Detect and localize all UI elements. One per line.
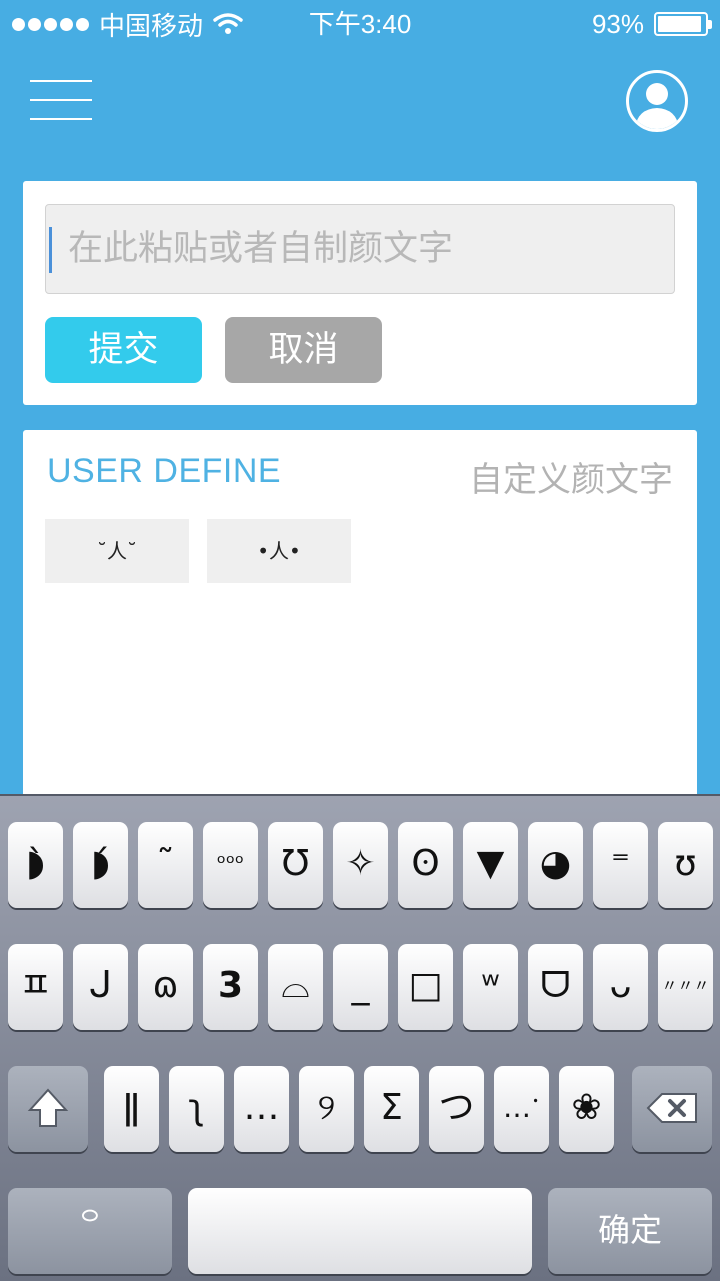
user-define-card: USER DEFINE 自定义颜文字 ˘人˘ •人• (23, 430, 697, 810)
user-avatar-icon[interactable] (626, 70, 688, 132)
key[interactable]: ㅍ (8, 944, 63, 1030)
status-bar: 中国移动 下午3:40 93% (0, 0, 720, 48)
key[interactable]: ˜ (138, 822, 193, 908)
key[interactable]: ⁼ (593, 822, 648, 908)
shift-arrow-icon (27, 1088, 69, 1127)
key[interactable]: ⌓ (268, 944, 323, 1030)
battery-percent: 93% (591, 8, 644, 39)
key[interactable]: …ॱ (494, 1066, 549, 1152)
emoticon-item[interactable]: •人• (207, 519, 351, 583)
section-subtitle: 自定义颜文字 (469, 460, 673, 500)
status-right: 93% (591, 8, 712, 40)
battery-level (658, 16, 701, 32)
shift-key[interactable] (8, 1066, 88, 1152)
key[interactable]: ʘ (398, 822, 453, 908)
key[interactable]: ʷ (463, 944, 518, 1030)
space-key[interactable] (188, 1188, 532, 1274)
key[interactable]: ᵒᵒᵒ (203, 822, 258, 908)
key[interactable]: Σ (364, 1066, 419, 1152)
input-placeholder: 在此粘贴或者自制颜文字 (68, 229, 454, 269)
submit-button[interactable]: 提交 (45, 317, 202, 383)
key[interactable]: ᒍ (73, 944, 128, 1030)
key[interactable]: ᴗ (593, 944, 648, 1030)
emoticon-item[interactable]: ˘人˘ (45, 519, 189, 583)
key[interactable]: ɷ (138, 944, 193, 1030)
text-cursor (49, 227, 52, 273)
key[interactable]: ʊ (658, 822, 713, 908)
battery-icon (654, 12, 712, 36)
key[interactable]: ◗̀ (8, 822, 63, 908)
cancel-button[interactable]: 取消 (225, 317, 382, 383)
key[interactable]: ᗜ (528, 944, 583, 1030)
delete-key[interactable] (632, 1066, 712, 1152)
key[interactable]: ✧ (333, 822, 388, 908)
emoticon-face-key[interactable]: ꒪ (8, 1188, 172, 1274)
key[interactable]: ▼ (463, 822, 518, 908)
input-card: 在此粘贴或者自制颜文字 提交 取消 (23, 181, 697, 405)
key[interactable]: … (234, 1066, 289, 1152)
emoticon-keyboard: ◗̀ ◗́ ˜ ᵒᵒᵒ Ʊ ✧ ʘ ▼ ◕ ⁼ ʊ ㅍ ᒍ ɷ 3 ⌓ _ □ … (0, 794, 720, 1281)
section-title: USER DEFINE (47, 452, 282, 490)
menu-icon[interactable] (30, 80, 92, 120)
key[interactable]: ୨ (299, 1066, 354, 1152)
key[interactable]: ◗́ (73, 822, 128, 908)
confirm-key[interactable]: 确定 (548, 1188, 712, 1274)
key[interactable]: ǁ (104, 1066, 159, 1152)
key[interactable]: ◕ (528, 822, 583, 908)
key[interactable]: ʅ (169, 1066, 224, 1152)
key[interactable]: _ (333, 944, 388, 1030)
key[interactable]: □ (398, 944, 453, 1030)
key[interactable]: 3 (203, 944, 258, 1030)
key[interactable]: Ʊ (268, 822, 323, 908)
backspace-icon (646, 1093, 697, 1123)
key[interactable]: 〃〃〃 (658, 944, 713, 1030)
key[interactable]: つ (429, 1066, 484, 1152)
key[interactable]: ❀ (559, 1066, 614, 1152)
emoticon-input[interactable]: 在此粘贴或者自制颜文字 (45, 204, 675, 294)
